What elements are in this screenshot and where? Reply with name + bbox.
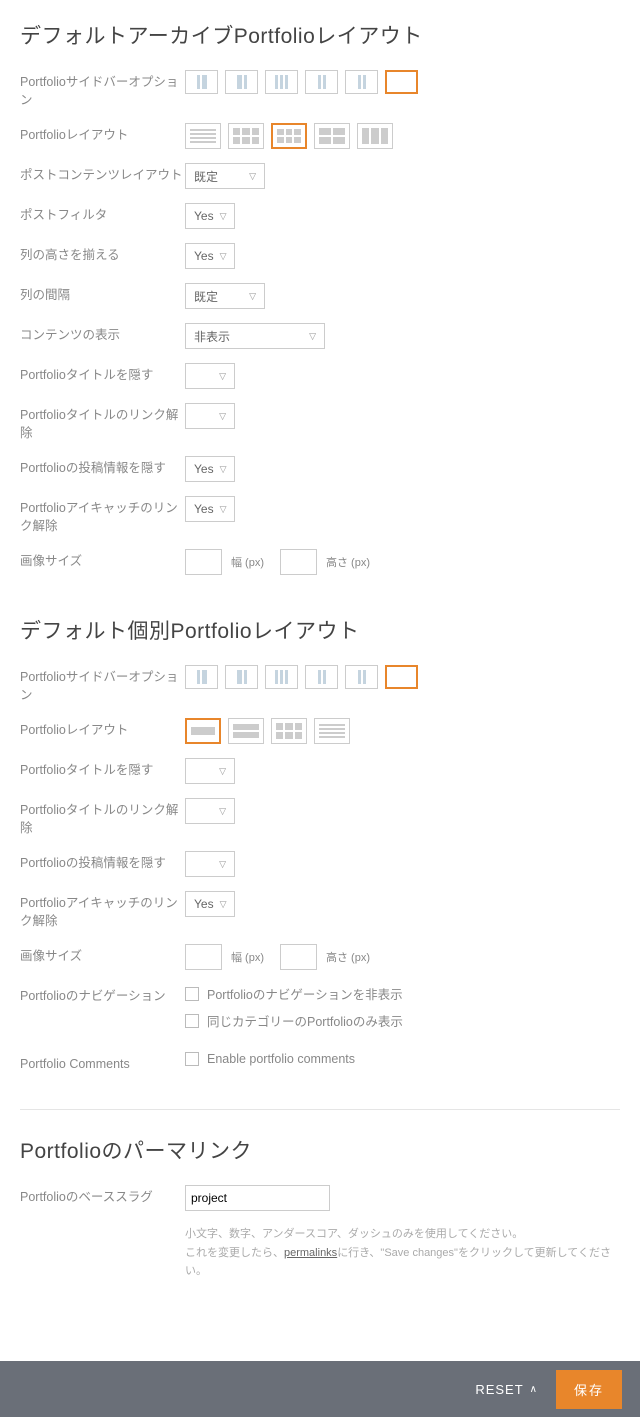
column-gap-select[interactable]: 既定▽ [185, 283, 265, 309]
nav-samecat-label: 同じカテゴリーのPortfolioのみ表示 [207, 1011, 403, 1030]
post-content-layout-label: ポストコンテンツレイアウト [20, 163, 185, 185]
nav-samecat-checkbox[interactable] [185, 1014, 199, 1028]
sidebar-opt-1[interactable] [185, 70, 218, 94]
slug-label: Portfolioのベーススラグ [20, 1185, 185, 1207]
hide-title-select-2[interactable]: ▽ [185, 758, 235, 784]
layout-label: Portfolioレイアウト [20, 123, 185, 145]
post-content-layout-select[interactable]: 既定▽ [185, 163, 265, 189]
chevron-down-icon: ▽ [249, 171, 256, 182]
hide-title-label: Portfolioタイトルを隠す [20, 363, 185, 385]
chevron-up-icon: ∧ [530, 1384, 538, 1395]
sidebar-opt-5[interactable] [345, 70, 378, 94]
image-size-label-2: 画像サイズ [20, 944, 185, 966]
content-display-label: コンテンツの表示 [20, 323, 185, 345]
nav-hide-label: Portfolioのナビゲーションを非表示 [207, 984, 403, 1003]
reset-button[interactable]: RESET∧ [475, 1382, 538, 1397]
chevron-down-icon: ▽ [249, 291, 256, 302]
hide-title-select[interactable]: ▽ [185, 363, 235, 389]
sidebar-opt-4[interactable] [305, 70, 338, 94]
enable-comments-checkbox[interactable] [185, 1052, 199, 1066]
nav-hide-checkbox[interactable] [185, 987, 199, 1001]
layout-opt-1[interactable] [185, 718, 221, 744]
layout-label-2: Portfolioレイアウト [20, 718, 185, 740]
save-button[interactable]: 保存 [556, 1370, 622, 1409]
chevron-down-icon: ▽ [219, 411, 226, 422]
content-display-select[interactable]: 非表示▽ [185, 323, 325, 349]
unlink-image-select-2[interactable]: Yes▽ [185, 891, 235, 917]
unlink-title-label-2: Portfolioタイトルのリンク解除 [20, 798, 185, 837]
layout-opt-2[interactable] [228, 123, 264, 149]
height-unit-2: 高さ (px) [326, 949, 370, 965]
post-filter-label: ポストフィルタ [20, 203, 185, 225]
layout-opt-5[interactable] [357, 123, 393, 149]
chevron-down-icon: ▽ [220, 899, 227, 910]
image-width-input-2[interactable] [185, 944, 222, 970]
chevron-down-icon: ▽ [220, 211, 227, 222]
enable-comments-label: Enable portfolio comments [207, 1052, 355, 1066]
layout-opt-2[interactable] [228, 718, 264, 744]
chevron-down-icon: ▽ [219, 859, 226, 870]
chevron-down-icon: ▽ [309, 331, 316, 342]
sidebar-option-label-2: Portfolioサイドバーオプション [20, 665, 185, 704]
equalize-height-label: 列の高さを揃える [20, 243, 185, 265]
height-unit: 高さ (px) [326, 554, 370, 570]
divider [20, 1109, 620, 1110]
sidebar-option-group [185, 70, 620, 94]
section3-title: Portfolioのパーマリンク [20, 1135, 620, 1165]
layout-opt-1[interactable] [185, 123, 221, 149]
permalinks-link[interactable]: permalinks [284, 1247, 337, 1259]
width-unit-2: 幅 (px) [231, 949, 264, 965]
unlink-title-label: Portfolioタイトルのリンク解除 [20, 403, 185, 442]
chevron-down-icon: ▽ [219, 806, 226, 817]
image-height-input[interactable] [280, 549, 317, 575]
sidebar-opt-4[interactable] [305, 665, 338, 689]
hide-meta-label: Portfolioの投稿情報を隠す [20, 456, 185, 478]
footer-bar: RESET∧ 保存 [0, 1361, 640, 1417]
comments-label: Portfolio Comments [20, 1052, 185, 1074]
sidebar-opt-3[interactable] [265, 665, 298, 689]
section1-title: デフォルトアーカイブPortfolioレイアウト [20, 20, 620, 50]
image-height-input-2[interactable] [280, 944, 317, 970]
sidebar-option-label: Portfolioサイドバーオプション [20, 70, 185, 109]
chevron-down-icon: ▽ [220, 464, 227, 475]
hide-meta-label-2: Portfolioの投稿情報を隠す [20, 851, 185, 873]
layout-opt-3[interactable] [271, 718, 307, 744]
nav-label: Portfolioのナビゲーション [20, 984, 185, 1006]
sidebar-opt-2[interactable] [225, 665, 258, 689]
chevron-down-icon: ▽ [219, 766, 226, 777]
unlink-title-select[interactable]: ▽ [185, 403, 235, 429]
layout-opt-4[interactable] [314, 123, 350, 149]
layout-opt-4[interactable] [314, 718, 350, 744]
sidebar-opt-5[interactable] [345, 665, 378, 689]
image-size-label: 画像サイズ [20, 549, 185, 571]
post-filter-select[interactable]: Yes▽ [185, 203, 235, 229]
section2-title: デフォルト個別Portfolioレイアウト [20, 615, 620, 645]
layout-opt-3[interactable] [271, 123, 307, 149]
sidebar-option-group-2 [185, 665, 620, 689]
hide-meta-select-2[interactable]: ▽ [185, 851, 235, 877]
slug-input[interactable] [185, 1185, 330, 1211]
unlink-image-label-2: Portfolioアイキャッチのリンク解除 [20, 891, 185, 930]
column-gap-label: 列の間隔 [20, 283, 185, 305]
unlink-image-select[interactable]: Yes▽ [185, 496, 235, 522]
slug-help: 小文字、数字、アンダースコア、ダッシュのみを使用してください。 これを変更したら… [185, 1225, 620, 1281]
unlink-image-label: Portfolioアイキャッチのリンク解除 [20, 496, 185, 535]
chevron-down-icon: ▽ [219, 371, 226, 382]
unlink-title-select-2[interactable]: ▽ [185, 798, 235, 824]
sidebar-opt-2[interactable] [225, 70, 258, 94]
layout-option-group-2 [185, 718, 620, 744]
layout-option-group [185, 123, 620, 149]
hide-title-label-2: Portfolioタイトルを隠す [20, 758, 185, 780]
chevron-down-icon: ▽ [220, 504, 227, 515]
chevron-down-icon: ▽ [220, 251, 227, 262]
equalize-height-select[interactable]: Yes▽ [185, 243, 235, 269]
sidebar-opt-6[interactable] [385, 70, 418, 94]
image-width-input[interactable] [185, 549, 222, 575]
hide-meta-select[interactable]: Yes▽ [185, 456, 235, 482]
sidebar-opt-1[interactable] [185, 665, 218, 689]
sidebar-opt-6[interactable] [385, 665, 418, 689]
sidebar-opt-3[interactable] [265, 70, 298, 94]
width-unit: 幅 (px) [231, 554, 264, 570]
